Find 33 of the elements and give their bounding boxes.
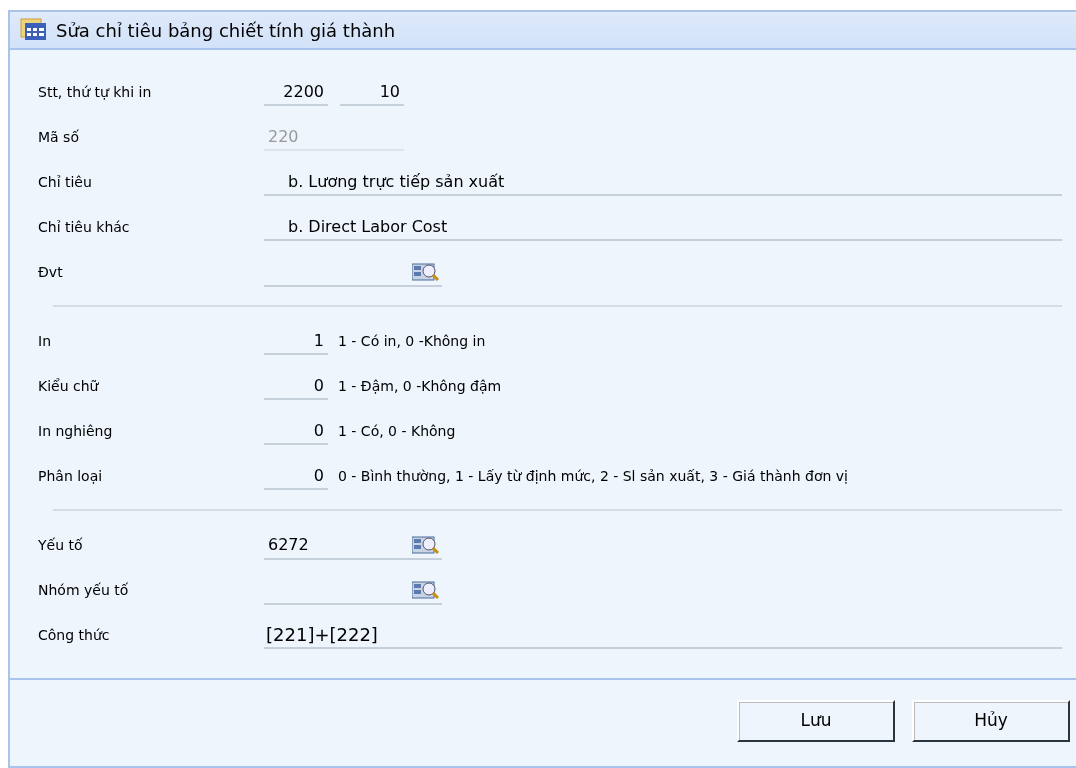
input-field[interactable]: 1 [264, 328, 328, 355]
field-label: Chỉ tiêu khác [38, 218, 131, 237]
field-label: Đvt [38, 263, 64, 282]
input-field[interactable]: 0 [264, 373, 328, 400]
field-label: Stt, thứ tự khi in [38, 83, 153, 102]
field-label: Nhóm yếu tố [38, 581, 130, 600]
lookup-icon[interactable] [412, 534, 440, 555]
field-label: Mã số [38, 128, 80, 147]
dialog-button[interactable]: Hủy [912, 700, 1070, 742]
field-label: In [38, 332, 52, 351]
lookup-field[interactable]: 6272 [264, 531, 442, 560]
field-hint: 1 - Đậm, 0 -Không đậm [338, 377, 502, 396]
input-field[interactable]: b. Direct Labor Cost [264, 214, 1062, 241]
field-label: Yếu tố [38, 536, 84, 555]
field-label: In nghiêng [38, 422, 114, 441]
input-field[interactable]: 0 [264, 418, 328, 445]
field-hint: 0 - Bình thường, 1 - Lấy từ định mức, 2 - Sl sản xuất, 3 - Giá thành đơn vị [338, 467, 848, 486]
table-icon [20, 18, 48, 42]
input-field[interactable]: b. Lương trực tiếp sản xuất [264, 169, 1062, 196]
window-title: Sửa chỉ tiêu bảng chiết tính giá thành [56, 18, 396, 43]
field-label: Kiểu chữ [38, 377, 100, 396]
lookup-icon[interactable] [412, 579, 440, 600]
field-hint: 1 - Có in, 0 -Không in [338, 332, 486, 351]
field-hint: 1 - Có, 0 - Không [338, 422, 456, 441]
field-label: Công thức [38, 626, 111, 645]
field-label: Phân loại [38, 467, 104, 486]
field-label: Chỉ tiêu [38, 173, 93, 192]
input-field[interactable]: 10 [340, 79, 404, 106]
dialog-button[interactable]: Lưu [737, 700, 895, 742]
input-field[interactable]: 2200 [264, 79, 328, 106]
input-field[interactable]: 0 [264, 463, 328, 490]
lookup-icon[interactable] [412, 261, 440, 282]
input-field[interactable]: [221]+[222] [264, 622, 1062, 649]
